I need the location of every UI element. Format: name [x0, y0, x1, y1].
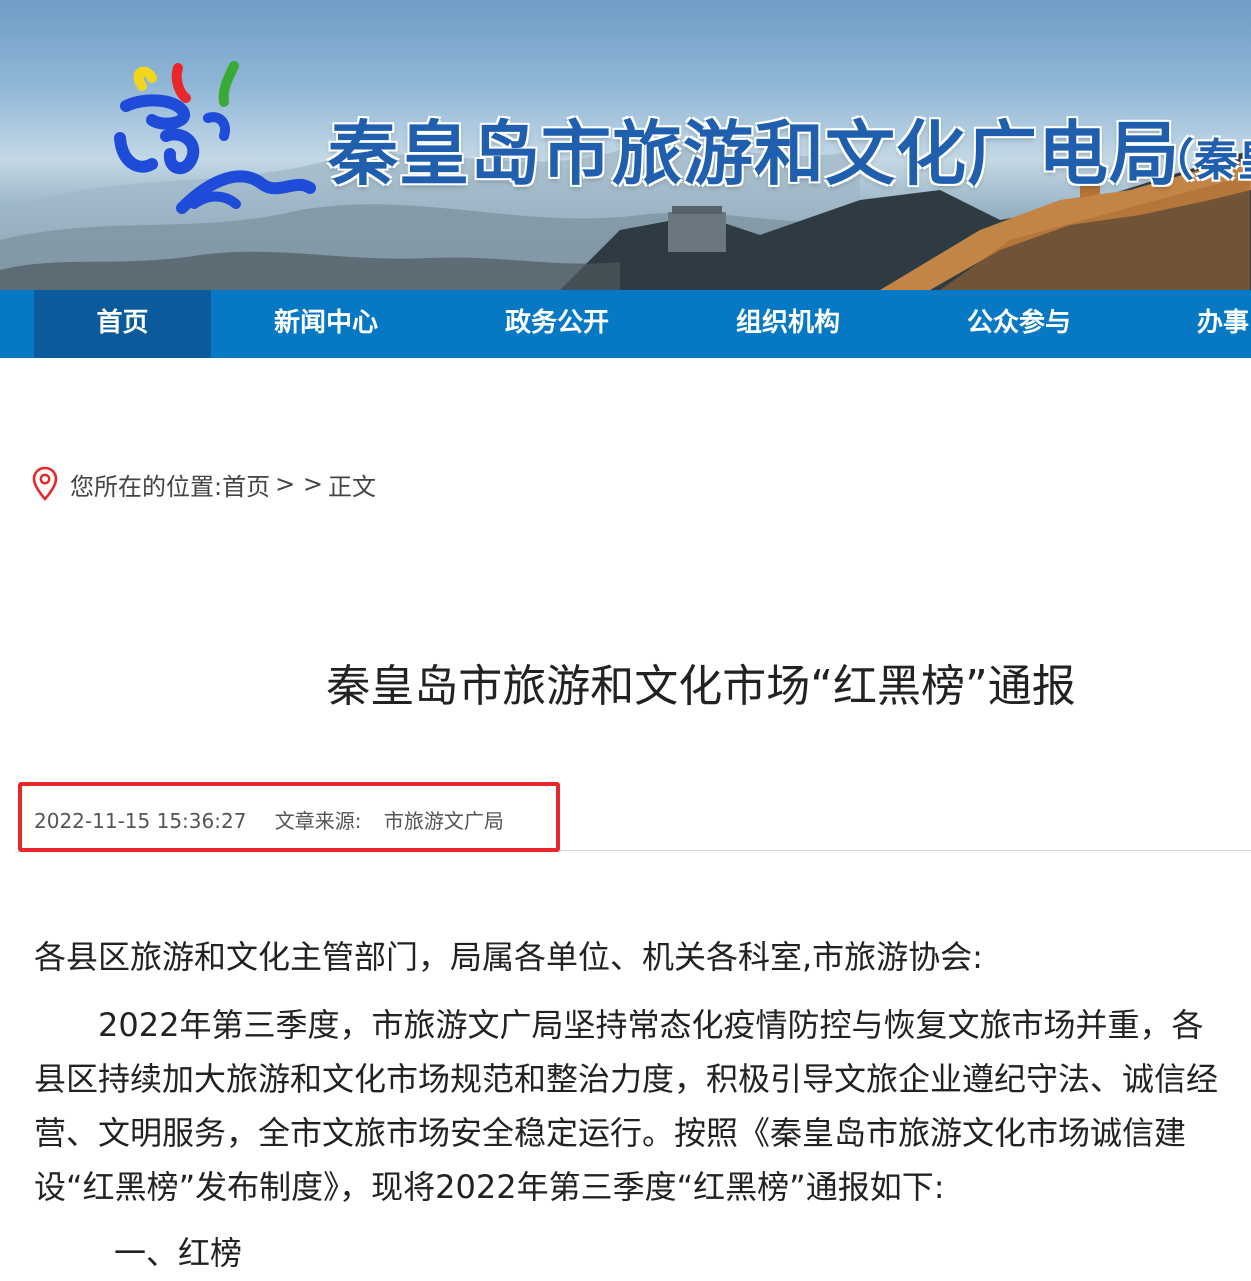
breadcrumb: 您所在的位置: 首页 > > 正文 — [32, 464, 376, 504]
article-body: 各县区旅游和文化主管部门，局属各单位、机关各科室,市旅游协会: 2022年第三季… — [34, 930, 1234, 1280]
breadcrumb-home-link[interactable]: 首页 — [222, 467, 270, 502]
article-meta: 2022-11-15 15:36:27 文章来源: 市旅游文广局 — [34, 805, 526, 834]
breadcrumb-separator: > > — [275, 470, 323, 498]
nav-item-public-participation[interactable]: 公众参与 — [929, 290, 1109, 358]
site-title-suffix: （秦皇 — [1150, 135, 1251, 186]
nav-item-government-affairs[interactable]: 政务公开 — [467, 290, 647, 358]
site-title: 秦皇岛市旅游和文化广电局 — [328, 113, 1180, 195]
paragraph-intro: 2022年第三季度，市旅游文广局坚持常态化疫情防控与恢复文旅市场并重，各县区持续… — [34, 1006, 1219, 1206]
nav-item-home[interactable]: 首页 — [34, 290, 211, 358]
article-source-label: 文章来源: — [274, 809, 362, 833]
header-banner: 秦皇岛市旅游和文化广电局 （秦皇 — [0, 0, 1251, 290]
paragraph-salutation: 各县区旅游和文化主管部门，局属各单位、机关各科室,市旅游协会: — [34, 938, 983, 976]
meta-divider — [560, 850, 1251, 851]
breadcrumb-prefix: 您所在的位置: — [70, 472, 223, 501]
main-nav: 首页 新闻中心 政务公开 组织机构 公众参与 办事 — [0, 290, 1251, 358]
article-title: 秦皇岛市旅游和文化市场“红黑榜”通报 — [326, 661, 1076, 712]
article-datetime: 2022-11-15 15:36:27 — [34, 809, 247, 833]
nav-item-organization[interactable]: 组织机构 — [698, 290, 878, 358]
article-source: 市旅游文广局 — [383, 809, 504, 833]
bureau-logo — [114, 61, 316, 214]
breadcrumb-current: 正文 — [327, 472, 376, 501]
location-pin-icon — [32, 466, 58, 501]
nav-item-services[interactable]: 办事 — [1180, 290, 1251, 358]
nav-item-news-center[interactable]: 新闻中心 — [236, 290, 416, 358]
section-heading-red-list: 一、红榜 — [114, 1234, 243, 1272]
